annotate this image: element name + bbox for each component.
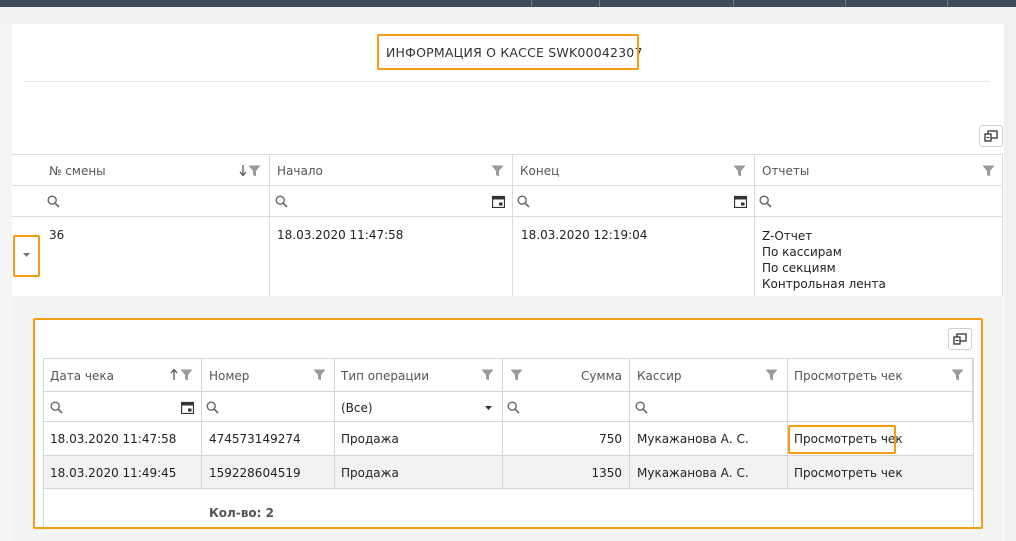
receipt-number: 474573149274 xyxy=(209,432,301,446)
view-receipt-link[interactable]: Просмотреть чек xyxy=(794,432,903,446)
receipts-grid: Дата чека Номер Тип операции Сумма Касси… xyxy=(43,358,974,528)
receipt-number: 159228604519 xyxy=(209,466,301,480)
view-receipt-link[interactable]: Просмотреть чек xyxy=(794,466,903,480)
filter-icon[interactable] xyxy=(313,369,326,381)
receipt-date: 18.03.2020 11:47:58 xyxy=(50,432,177,446)
search-icon[interactable] xyxy=(517,195,530,208)
filter-icon[interactable] xyxy=(180,369,193,381)
column-header-reports[interactable]: Отчеты xyxy=(762,164,809,178)
calendar-icon[interactable] xyxy=(181,401,194,414)
column-header-start[interactable]: Начало xyxy=(277,164,323,178)
search-icon[interactable] xyxy=(507,401,520,414)
filter-icon[interactable] xyxy=(510,369,523,381)
reports-list: Z-Отчет По кассирам По секциям Контрольн… xyxy=(762,228,886,292)
filter-icon[interactable] xyxy=(733,165,746,177)
operation-type-select[interactable]: (Все) xyxy=(341,401,373,415)
filter-icon[interactable] xyxy=(248,165,261,177)
search-icon[interactable] xyxy=(275,195,288,208)
shift-number: 36 xyxy=(49,228,65,242)
shift-start: 18.03.2020 11:47:58 xyxy=(277,228,404,242)
column-chooser-icon xyxy=(984,130,998,142)
filter-icon[interactable] xyxy=(481,369,494,381)
calendar-icon[interactable] xyxy=(734,195,747,208)
top-bar xyxy=(0,0,1016,7)
column-header-shift[interactable]: № смены xyxy=(49,164,106,178)
search-icon[interactable] xyxy=(206,401,219,414)
column-chooser-button[interactable] xyxy=(979,125,1003,147)
filter-icon[interactable] xyxy=(982,165,995,177)
dropdown-arrow-icon[interactable] xyxy=(485,406,492,411)
page-title: ИНФОРМАЦИЯ О КАССЕ SWK00042307 xyxy=(386,45,643,60)
left-strip xyxy=(0,24,12,541)
search-icon[interactable] xyxy=(635,401,648,414)
shifts-header-row xyxy=(12,155,1003,186)
search-icon[interactable] xyxy=(759,195,772,208)
column-header-end[interactable]: Конец xyxy=(520,164,559,178)
receipt-type: Продажа xyxy=(341,432,399,446)
receipt-type: Продажа xyxy=(341,466,399,480)
expand-arrow-icon[interactable] xyxy=(23,253,30,258)
column-header-number[interactable]: Номер xyxy=(209,369,249,383)
shift-end: 18.03.2020 12:19:04 xyxy=(521,228,648,242)
report-link-control-tape[interactable]: Контрольная лента xyxy=(762,276,886,292)
receipt-date: 18.03.2020 11:49:45 xyxy=(50,466,177,480)
column-header-date[interactable]: Дата чека xyxy=(50,369,114,383)
receipt-cashier: Мукажанова А. С. xyxy=(637,466,749,480)
filter-icon[interactable] xyxy=(951,369,964,381)
report-link-sections[interactable]: По секциям xyxy=(762,260,886,276)
title-divider xyxy=(25,81,990,82)
column-chooser-button[interactable] xyxy=(948,328,972,350)
sort-up-icon[interactable] xyxy=(170,369,178,380)
sort-down-icon[interactable] xyxy=(239,165,247,176)
receipt-cashier: Мукажанова А. С. xyxy=(637,432,749,446)
receipt-sum: 750 xyxy=(599,432,622,446)
filter-icon[interactable] xyxy=(491,165,504,177)
column-header-operation-type[interactable]: Тип операции xyxy=(341,369,429,383)
report-link-cashiers[interactable]: По кассирам xyxy=(762,244,886,260)
column-header-sum[interactable]: Сумма xyxy=(544,369,622,383)
report-link-z[interactable]: Z-Отчет xyxy=(762,228,886,244)
search-icon[interactable] xyxy=(47,195,60,208)
shifts-filter-row xyxy=(12,186,1003,217)
column-chooser-icon xyxy=(953,333,967,345)
column-header-cashier[interactable]: Кассир xyxy=(637,369,681,383)
receipt-sum: 1350 xyxy=(591,466,622,480)
column-header-view-receipt[interactable]: Просмотреть чек xyxy=(794,369,903,383)
filter-icon[interactable] xyxy=(765,369,778,381)
calendar-icon[interactable] xyxy=(492,195,505,208)
search-icon[interactable] xyxy=(50,401,63,414)
total-count: Кол-во: 2 xyxy=(209,506,274,520)
